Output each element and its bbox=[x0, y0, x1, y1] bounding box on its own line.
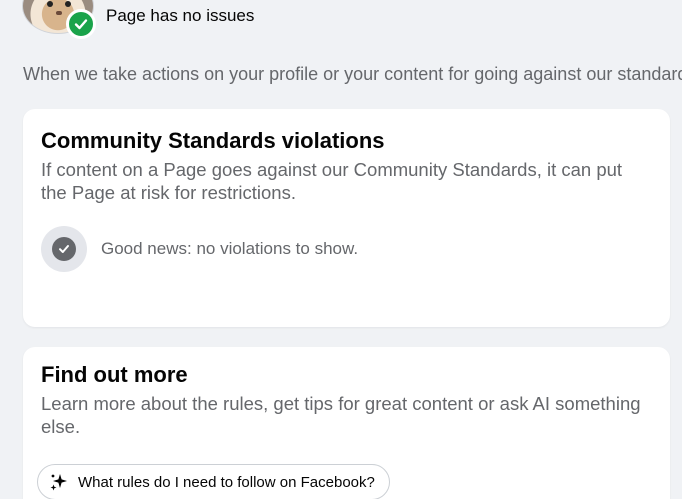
violations-status-text: Good news: no violations to show. bbox=[101, 239, 359, 258]
ai-prompt-label: What rules do I need to follow on Facebo… bbox=[78, 473, 375, 491]
card-description: If content on a Page goes against our Co… bbox=[41, 159, 623, 203]
violations-status-row: Good news: no violations to show. bbox=[41, 226, 358, 272]
card-title: Community Standards violations bbox=[41, 128, 385, 153]
ai-prompt-suggestion-button[interactable]: What rules do I need to follow on Facebo… bbox=[37, 464, 390, 499]
enforcement-notice: When we take actions on your profile or … bbox=[23, 64, 682, 84]
community-standards-card: Community Standards violations If conten… bbox=[23, 109, 670, 327]
card-title: Find out more bbox=[41, 362, 188, 387]
status-icon-container bbox=[41, 226, 87, 272]
page-status-text: Page has no issues bbox=[106, 6, 255, 25]
find-out-more-card: Find out more Learn more about the rules… bbox=[23, 347, 670, 499]
avatar-eye-right bbox=[65, 1, 71, 7]
avatar-nose bbox=[56, 11, 62, 15]
card-description: Learn more about the rules, get tips for… bbox=[41, 393, 641, 437]
ai-sparkle-icon bbox=[48, 471, 70, 493]
check-circle-icon bbox=[52, 237, 76, 261]
checkmark-icon bbox=[66, 9, 96, 39]
page-status-header: Page has no issues bbox=[0, 0, 682, 52]
avatar-eye-left bbox=[47, 1, 53, 7]
